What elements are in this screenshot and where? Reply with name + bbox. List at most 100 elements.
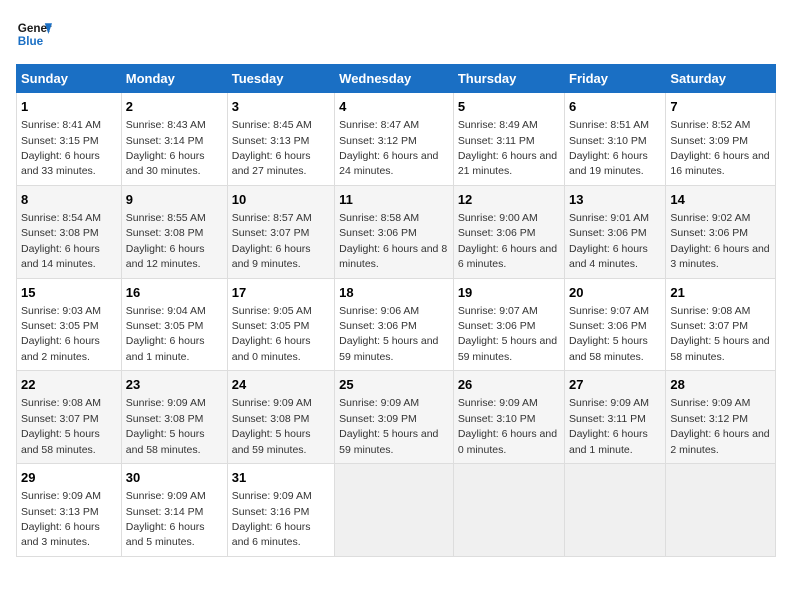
calendar-cell: 27 Sunrise: 9:09 AMSunset: 3:11 PMDayligh…: [565, 371, 666, 464]
day-number: 20: [569, 284, 661, 302]
day-info: Sunrise: 9:08 AMSunset: 3:07 PMDaylight:…: [670, 305, 769, 363]
dow-header-saturday: Saturday: [666, 65, 776, 93]
day-info: Sunrise: 8:43 AMSunset: 3:14 PMDaylight:…: [126, 119, 206, 177]
day-info: Sunrise: 9:01 AMSunset: 3:06 PMDaylight:…: [569, 212, 649, 270]
calendar-cell: 11Sunrise: 8:58 AMSunset: 3:06 PMDayligh…: [335, 185, 454, 278]
day-number: 9: [126, 191, 223, 209]
calendar-cell: 19 Sunrise: 9:07 AMSunset: 3:06 PMDayligh…: [453, 278, 564, 371]
calendar-week-5: 29 Sunrise: 9:09 AMSunset: 3:13 PMDayligh…: [17, 464, 776, 557]
calendar-cell: 13Sunrise: 9:01 AMSunset: 3:06 PMDayligh…: [565, 185, 666, 278]
day-info: Sunrise: 9:00 AMSunset: 3:06 PMDaylight:…: [458, 212, 557, 270]
calendar-cell: 8Sunrise: 8:54 AMSunset: 3:08 PMDaylight…: [17, 185, 122, 278]
calendar-cell: 23 Sunrise: 9:09 AMSunset: 3:08 PMDayligh…: [121, 371, 227, 464]
calendar-cell: 3 Sunrise: 8:45 AMSunset: 3:13 PMDaylight…: [227, 93, 334, 186]
day-info: Sunrise: 8:41 AMSunset: 3:15 PMDaylight:…: [21, 119, 101, 177]
day-info: Sunrise: 9:08 AMSunset: 3:07 PMDaylight:…: [21, 397, 101, 455]
page-header: General Blue: [16, 16, 776, 52]
day-number: 28: [670, 376, 771, 394]
day-number: 6: [569, 98, 661, 116]
day-number: 27: [569, 376, 661, 394]
calendar-cell: 20Sunrise: 9:07 AMSunset: 3:06 PMDayligh…: [565, 278, 666, 371]
calendar-cell: 10 Sunrise: 8:57 AMSunset: 3:07 PMDayligh…: [227, 185, 334, 278]
day-number: 23: [126, 376, 223, 394]
calendar-cell: 28 Sunrise: 9:09 AMSunset: 3:12 PMDayligh…: [666, 371, 776, 464]
day-info: Sunrise: 8:55 AMSunset: 3:08 PMDaylight:…: [126, 212, 206, 270]
calendar-cell: 4Sunrise: 8:47 AMSunset: 3:12 PMDaylight…: [335, 93, 454, 186]
calendar-cell: [666, 464, 776, 557]
day-info: Sunrise: 9:09 AMSunset: 3:12 PMDaylight:…: [670, 397, 769, 455]
calendar-cell: 21 Sunrise: 9:08 AMSunset: 3:07 PMDayligh…: [666, 278, 776, 371]
day-number: 5: [458, 98, 560, 116]
day-number: 8: [21, 191, 117, 209]
day-number: 10: [232, 191, 330, 209]
day-number: 1: [21, 98, 117, 116]
day-info: Sunrise: 9:09 AMSunset: 3:08 PMDaylight:…: [126, 397, 206, 455]
calendar-week-2: 8Sunrise: 8:54 AMSunset: 3:08 PMDaylight…: [17, 185, 776, 278]
day-info: Sunrise: 9:02 AMSunset: 3:06 PMDaylight:…: [670, 212, 769, 270]
dow-header-sunday: Sunday: [17, 65, 122, 93]
calendar-cell: 1 Sunrise: 8:41 AMSunset: 3:15 PMDaylight…: [17, 93, 122, 186]
calendar-cell: 24Sunrise: 9:09 AMSunset: 3:08 PMDayligh…: [227, 371, 334, 464]
day-info: Sunrise: 9:09 AMSunset: 3:08 PMDaylight:…: [232, 397, 312, 455]
calendar-cell: 17 Sunrise: 9:05 AMSunset: 3:05 PMDayligh…: [227, 278, 334, 371]
day-info: Sunrise: 8:57 AMSunset: 3:07 PMDaylight:…: [232, 212, 312, 270]
day-number: 3: [232, 98, 330, 116]
calendar-cell: 14 Sunrise: 9:02 AMSunset: 3:06 PMDayligh…: [666, 185, 776, 278]
day-info: Sunrise: 9:09 AMSunset: 3:09 PMDaylight:…: [339, 397, 438, 455]
calendar-cell: 9 Sunrise: 8:55 AMSunset: 3:08 PMDaylight…: [121, 185, 227, 278]
day-number: 16: [126, 284, 223, 302]
day-info: Sunrise: 8:49 AMSunset: 3:11 PMDaylight:…: [458, 119, 557, 177]
calendar-cell: 22 Sunrise: 9:08 AMSunset: 3:07 PMDayligh…: [17, 371, 122, 464]
day-number: 29: [21, 469, 117, 487]
calendar-cell: 18 Sunrise: 9:06 AMSunset: 3:06 PMDayligh…: [335, 278, 454, 371]
day-info: Sunrise: 9:09 AMSunset: 3:10 PMDaylight:…: [458, 397, 557, 455]
calendar-cell: 16 Sunrise: 9:04 AMSunset: 3:05 PMDayligh…: [121, 278, 227, 371]
day-info: Sunrise: 9:04 AMSunset: 3:05 PMDaylight:…: [126, 305, 206, 363]
calendar-cell: 2 Sunrise: 8:43 AMSunset: 3:14 PMDaylight…: [121, 93, 227, 186]
day-info: Sunrise: 8:52 AMSunset: 3:09 PMDaylight:…: [670, 119, 769, 177]
day-info: Sunrise: 9:07 AMSunset: 3:06 PMDaylight:…: [458, 305, 557, 363]
calendar-body: 1 Sunrise: 8:41 AMSunset: 3:15 PMDaylight…: [17, 93, 776, 557]
day-info: Sunrise: 8:45 AMSunset: 3:13 PMDaylight:…: [232, 119, 312, 177]
day-info: Sunrise: 9:05 AMSunset: 3:05 PMDaylight:…: [232, 305, 312, 363]
day-info: Sunrise: 9:09 AMSunset: 3:16 PMDaylight:…: [232, 490, 312, 548]
day-number: 22: [21, 376, 117, 394]
day-number: 31: [232, 469, 330, 487]
dow-header-wednesday: Wednesday: [335, 65, 454, 93]
day-info: Sunrise: 9:06 AMSunset: 3:06 PMDaylight:…: [339, 305, 438, 363]
dow-header-friday: Friday: [565, 65, 666, 93]
day-info: Sunrise: 9:09 AMSunset: 3:13 PMDaylight:…: [21, 490, 101, 548]
calendar-week-4: 22 Sunrise: 9:08 AMSunset: 3:07 PMDayligh…: [17, 371, 776, 464]
calendar-cell: 26 Sunrise: 9:09 AMSunset: 3:10 PMDayligh…: [453, 371, 564, 464]
day-number: 17: [232, 284, 330, 302]
day-number: 12: [458, 191, 560, 209]
day-number: 14: [670, 191, 771, 209]
calendar-cell: [565, 464, 666, 557]
day-number: 30: [126, 469, 223, 487]
day-number: 7: [670, 98, 771, 116]
day-info: Sunrise: 9:03 AMSunset: 3:05 PMDaylight:…: [21, 305, 101, 363]
logo: General Blue: [16, 16, 52, 52]
dow-header-tuesday: Tuesday: [227, 65, 334, 93]
day-number: 15: [21, 284, 117, 302]
calendar-week-1: 1 Sunrise: 8:41 AMSunset: 3:15 PMDaylight…: [17, 93, 776, 186]
calendar-week-3: 15 Sunrise: 9:03 AMSunset: 3:05 PMDayligh…: [17, 278, 776, 371]
dow-header-thursday: Thursday: [453, 65, 564, 93]
day-number: 25: [339, 376, 449, 394]
day-info: Sunrise: 8:58 AMSunset: 3:06 PMDaylight:…: [339, 212, 447, 270]
day-info: Sunrise: 9:09 AMSunset: 3:11 PMDaylight:…: [569, 397, 649, 455]
days-of-week-row: SundayMondayTuesdayWednesdayThursdayFrid…: [17, 65, 776, 93]
calendar-cell: 12 Sunrise: 9:00 AMSunset: 3:06 PMDayligh…: [453, 185, 564, 278]
day-number: 21: [670, 284, 771, 302]
day-number: 19: [458, 284, 560, 302]
day-info: Sunrise: 9:09 AMSunset: 3:14 PMDaylight:…: [126, 490, 206, 548]
day-number: 26: [458, 376, 560, 394]
calendar-cell: 5 Sunrise: 8:49 AMSunset: 3:11 PMDaylight…: [453, 93, 564, 186]
day-number: 2: [126, 98, 223, 116]
day-number: 4: [339, 98, 449, 116]
calendar-table: SundayMondayTuesdayWednesdayThursdayFrid…: [16, 64, 776, 557]
calendar-cell: 31 Sunrise: 9:09 AMSunset: 3:16 PMDayligh…: [227, 464, 334, 557]
day-number: 18: [339, 284, 449, 302]
svg-text:Blue: Blue: [18, 35, 44, 48]
calendar-cell: 6Sunrise: 8:51 AMSunset: 3:10 PMDaylight…: [565, 93, 666, 186]
